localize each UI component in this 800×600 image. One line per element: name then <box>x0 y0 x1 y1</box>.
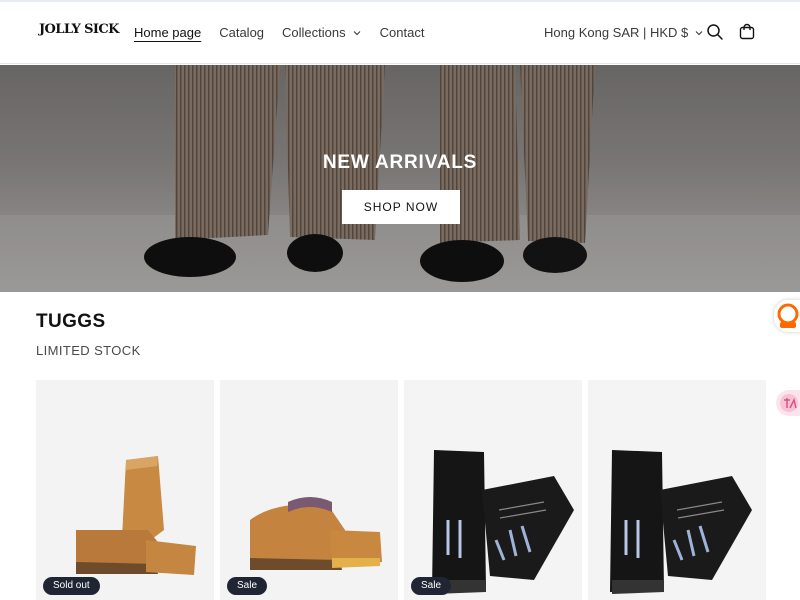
product-card[interactable]: Sale <box>404 380 582 600</box>
product-image-black-shoes <box>588 380 766 600</box>
nav-collections-label: Collections <box>282 25 346 40</box>
sale-badge: Sale <box>227 577 268 595</box>
product-image-slipper <box>220 380 398 600</box>
currency-selector[interactable]: Hong Kong SAR | HKD $ <box>544 25 704 40</box>
nav-contact[interactable]: Contact <box>380 25 425 40</box>
shop-now-button[interactable]: SHOP NOW <box>342 190 460 224</box>
main-nav: Home page Catalog Collections Contact <box>134 25 442 40</box>
site-logo[interactable]: JOLLY SICK <box>39 22 119 37</box>
section-subtitle: LIMITED STOCK <box>36 343 141 358</box>
product-card[interactable]: Sold out <box>36 380 214 600</box>
nav-catalog[interactable]: Catalog <box>219 25 264 40</box>
section-title: TUGGS <box>36 311 106 332</box>
product-image-black-shoes <box>404 380 582 600</box>
side-widget-1688[interactable] <box>774 300 800 332</box>
hero-image <box>0 65 800 292</box>
chevron-down-icon <box>352 28 362 38</box>
nav-home[interactable]: Home page <box>134 25 201 40</box>
product-image-boot <box>36 380 214 600</box>
nav-contact-label: Contact <box>379 25 425 40</box>
search-icon[interactable] <box>706 23 724 41</box>
hero-banner: NEW ARRIVALS SHOP NOW <box>0 65 800 292</box>
product-card[interactable]: Sale <box>220 380 398 600</box>
cart-icon[interactable] <box>738 23 756 41</box>
product-card[interactable] <box>588 380 766 600</box>
chevron-down-icon <box>694 28 704 38</box>
currency-label: Hong Kong SAR | HKD $ <box>544 25 689 40</box>
nav-collections[interactable]: Collections <box>282 25 362 40</box>
sale-badge: Sale <box>411 577 452 595</box>
translate-icon <box>780 394 798 412</box>
side-widget-translate[interactable] <box>776 390 800 416</box>
nav-catalog-label: Catalog <box>219 25 265 40</box>
sold-out-badge: Sold out <box>43 577 100 595</box>
alibaba-1688-icon <box>777 303 799 328</box>
hero-title: NEW ARRIVALS <box>322 152 478 173</box>
site-header: JOLLY SICK Home page Catalog Collections… <box>0 2 800 64</box>
nav-home-label: Home page <box>134 25 202 40</box>
